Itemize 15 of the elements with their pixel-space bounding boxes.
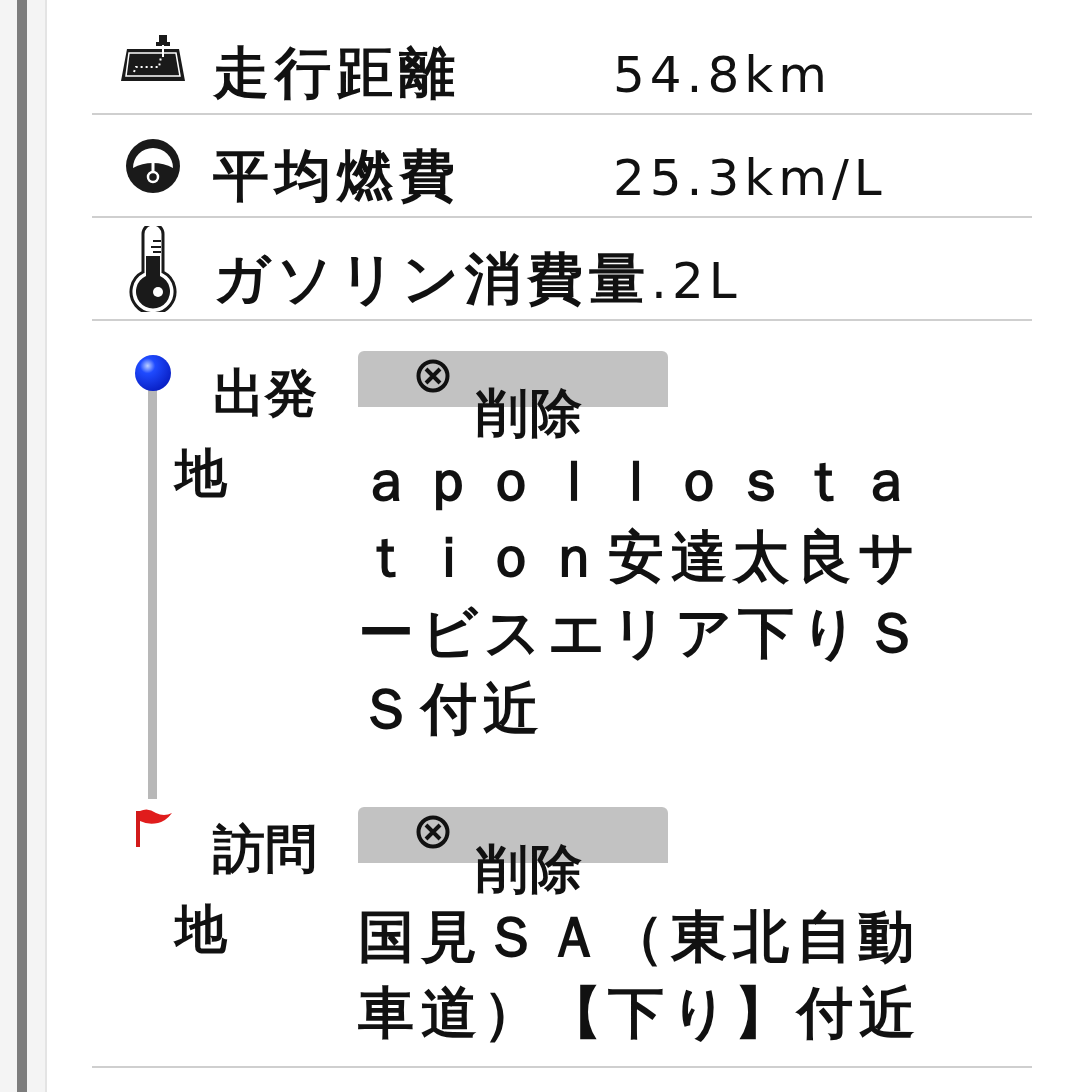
gauge-icon: [123, 136, 182, 195]
scrollbar[interactable]: [17, 0, 27, 1092]
pin-icon: [133, 353, 173, 393]
stat-label: 平均燃費: [213, 141, 462, 210]
stat-value: .2L: [651, 251, 742, 312]
thermometer-icon: [126, 225, 179, 312]
stat-label: ガソリン消費量: [213, 244, 651, 313]
stat-value: 54.8km: [613, 45, 832, 106]
close-circle-icon: [416, 359, 450, 393]
stat-value: 25.3km/L: [613, 148, 887, 209]
stat-label: 走行距離: [213, 38, 462, 107]
close-circle-icon: [416, 815, 450, 849]
flag-icon: [134, 807, 174, 849]
stop-label: 訪問地: [175, 818, 318, 961]
stop-label: 出発地: [175, 362, 318, 505]
